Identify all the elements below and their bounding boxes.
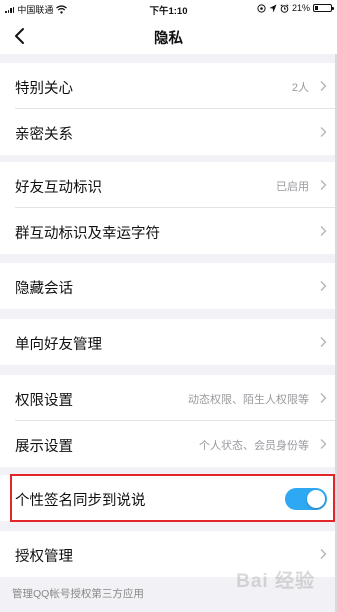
- row-label: 个性签名同步到说说: [15, 493, 146, 509]
- row-label: 好友互动标识: [15, 180, 102, 196]
- row-special-care[interactable]: 特别关心 2人: [0, 63, 337, 109]
- battery-percent: 21%: [291, 3, 310, 13]
- location-icon: [257, 3, 266, 13]
- group-hidden-chats: 隐藏会话: [0, 263, 337, 309]
- chevron-right-icon: [320, 127, 327, 137]
- group-interaction-marks: 好友互动标识 已启用 群互动标识及幸运字符: [0, 162, 337, 254]
- row-label: 单向好友管理: [15, 337, 102, 353]
- chevron-right-icon: [320, 549, 327, 559]
- row-value: 已启用: [276, 181, 309, 193]
- row-friend-interaction-marks[interactable]: 好友互动标识 已启用: [0, 162, 337, 208]
- baidu-jingyan-watermark: Bai 经验: [236, 571, 315, 592]
- chevron-right-icon: [320, 393, 327, 403]
- navigation-bar: 隐私: [0, 18, 337, 54]
- group-one-way-friends: 单向好友管理: [0, 319, 337, 365]
- row-value: 动态权限、陌生人权限等: [188, 394, 309, 406]
- group-permissions: 权限设置 动态权限、陌生人权限等 展示设置 个人状态、会员身份等: [0, 375, 337, 467]
- row-permission-settings[interactable]: 权限设置 动态权限、陌生人权限等: [0, 375, 337, 421]
- battery-icon: [313, 4, 334, 12]
- page-title: 隐私: [154, 31, 183, 47]
- row-label: 隐藏会话: [15, 281, 73, 297]
- chevron-right-icon: [320, 180, 327, 190]
- row-label: 展示设置: [15, 439, 73, 455]
- toggle-knob: [307, 490, 325, 508]
- row-group-interaction-marks[interactable]: 群互动标识及幸运字符: [0, 208, 337, 254]
- group-special-care: 特别关心 2人 亲密关系: [0, 63, 337, 155]
- authorization-footer-note: 管理QQ帐号授权第三方应用: [12, 588, 144, 600]
- row-intimate-relationship[interactable]: 亲密关系: [0, 109, 337, 155]
- row-one-way-friends[interactable]: 单向好友管理: [0, 319, 337, 365]
- row-label: 授权管理: [15, 549, 73, 565]
- signature-sync-toggle[interactable]: [285, 488, 327, 510]
- status-right: 21%: [257, 3, 334, 13]
- row-label: 特别关心: [15, 81, 73, 97]
- navigation-arrow-icon: [269, 4, 277, 12]
- status-bar: 中国联通 下午1:10 21%: [0, 0, 337, 18]
- chevron-right-icon: [320, 226, 327, 236]
- row-display-settings[interactable]: 展示设置 个人状态、会员身份等: [0, 421, 337, 467]
- row-label: 权限设置: [15, 393, 73, 409]
- alarm-icon: [280, 3, 289, 13]
- row-value: 2人: [291, 82, 309, 94]
- chevron-right-icon: [320, 439, 327, 449]
- row-value: 个人状态、会员身份等: [199, 440, 309, 452]
- row-label: 亲密关系: [15, 127, 73, 143]
- chevron-right-icon: [320, 281, 327, 291]
- row-hidden-chats[interactable]: 隐藏会话: [0, 263, 337, 309]
- chevron-right-icon: [320, 337, 327, 347]
- row-label: 群互动标识及幸运字符: [15, 226, 160, 242]
- chevron-right-icon: [320, 81, 327, 91]
- battery-fill: [315, 6, 319, 10]
- row-signature-sync: 个性签名同步到说说: [0, 475, 337, 521]
- group-signature-sync: 个性签名同步到说说: [0, 475, 337, 521]
